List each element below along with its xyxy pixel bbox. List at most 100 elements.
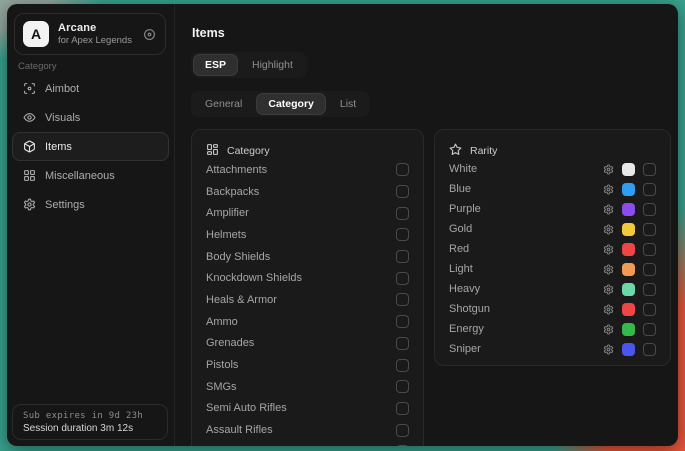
package-icon	[23, 140, 36, 153]
category-label: Body Shields	[206, 251, 270, 263]
color-swatch[interactable]	[622, 323, 635, 336]
sidebar-item-label: Items	[45, 141, 72, 153]
gear-icon[interactable]	[603, 284, 614, 295]
rarity-row: Blue	[449, 179, 656, 199]
checkbox[interactable]	[396, 315, 409, 328]
rarity-row: Gold	[449, 219, 656, 239]
checkbox[interactable]	[643, 183, 656, 196]
category-label: SMGs	[206, 381, 237, 393]
checkbox[interactable]	[643, 223, 656, 236]
sidebar-item-label: Settings	[45, 199, 85, 211]
checkbox[interactable]	[396, 272, 409, 285]
category-label: Knockdown Shields	[206, 272, 302, 284]
sidebar-item-aimbot[interactable]: Aimbot	[12, 74, 169, 103]
rarity-controls	[603, 263, 656, 276]
color-swatch[interactable]	[622, 223, 635, 236]
rarity-row: Energy	[449, 319, 656, 339]
tab-general[interactable]: General	[193, 93, 254, 115]
color-swatch[interactable]	[622, 263, 635, 276]
checkbox[interactable]	[396, 424, 409, 437]
rarity-panel-title: Rarity	[470, 145, 497, 157]
star-icon	[449, 143, 462, 159]
tab-highlight[interactable]: Highlight	[240, 54, 305, 76]
gear-icon[interactable]	[603, 224, 614, 235]
checkbox[interactable]	[396, 337, 409, 350]
gear-icon[interactable]	[603, 324, 614, 335]
checkbox[interactable]	[643, 343, 656, 356]
category-row: Helmets	[206, 224, 409, 246]
gear-icon[interactable]	[603, 344, 614, 355]
checkbox[interactable]	[396, 207, 409, 220]
app-header-card: A Arcane for Apex Legends	[14, 13, 166, 55]
app-name: Arcane	[58, 22, 132, 34]
checkbox[interactable]	[643, 203, 656, 216]
sidebar-item-label: Aimbot	[45, 83, 79, 95]
rarity-controls	[603, 163, 656, 176]
color-swatch[interactable]	[622, 183, 635, 196]
checkbox[interactable]	[396, 293, 409, 306]
target-icon[interactable]	[141, 26, 157, 42]
checkbox[interactable]	[396, 185, 409, 198]
checkbox[interactable]	[396, 163, 409, 176]
gear-icon[interactable]	[603, 184, 614, 195]
category-label: Pistols	[206, 359, 238, 371]
category-row: Heals & Armor	[206, 289, 409, 311]
category-row: Ammo	[206, 311, 409, 333]
desktop-background: { "colors": { "background_teal": "#38a18…	[0, 0, 685, 451]
checkbox[interactable]	[643, 303, 656, 316]
checkbox[interactable]	[643, 283, 656, 296]
tab-category[interactable]: Category	[256, 93, 326, 115]
color-swatch[interactable]	[622, 283, 635, 296]
category-label: Semi Auto Rifles	[206, 402, 287, 414]
rarity-controls	[603, 243, 656, 256]
rarity-label: Purple	[449, 203, 481, 215]
color-swatch[interactable]	[622, 163, 635, 176]
sidebar-item-label: Visuals	[45, 112, 80, 124]
sidebar-item-items[interactable]: Items	[12, 132, 169, 161]
color-swatch[interactable]	[622, 243, 635, 256]
category-row: Amplifier	[206, 202, 409, 224]
rarity-label: Heavy	[449, 283, 480, 295]
checkbox[interactable]	[643, 323, 656, 336]
category-row: Grenades	[206, 333, 409, 355]
tab-esp[interactable]: ESP	[193, 54, 238, 76]
sub-expiry-text: Sub expires in 9d 23h	[23, 411, 157, 421]
rarity-panel: Rarity WhiteBluePurpleGoldRedLightHeavyS…	[434, 129, 671, 366]
gear-icon[interactable]	[603, 264, 614, 275]
rarity-list: WhiteBluePurpleGoldRedLightHeavyShotgunE…	[449, 159, 656, 359]
color-swatch[interactable]	[622, 203, 635, 216]
sidebar-item-settings[interactable]: Settings	[12, 190, 169, 219]
gear-icon[interactable]	[603, 244, 614, 255]
checkbox[interactable]	[396, 359, 409, 372]
sidebar-item-miscellaneous[interactable]: Miscellaneous	[12, 161, 169, 190]
session-duration-text: Session duration 3m 12s	[23, 423, 157, 434]
rarity-label: Light	[449, 263, 473, 275]
app-logo: A	[23, 21, 49, 47]
color-swatch[interactable]	[622, 303, 635, 316]
checkbox[interactable]	[643, 163, 656, 176]
checkbox[interactable]	[396, 250, 409, 263]
rarity-label: Energy	[449, 323, 484, 335]
gear-icon[interactable]	[603, 204, 614, 215]
checkbox[interactable]	[396, 445, 409, 446]
checkbox[interactable]	[396, 380, 409, 393]
view-tabs: GeneralCategoryList	[191, 91, 370, 117]
rarity-controls	[603, 303, 656, 316]
category-row: Backpacks	[206, 181, 409, 203]
checkbox[interactable]	[643, 263, 656, 276]
checkbox[interactable]	[396, 402, 409, 415]
checkbox[interactable]	[643, 243, 656, 256]
eye-icon	[23, 111, 36, 124]
checkbox[interactable]	[396, 228, 409, 241]
gear-icon[interactable]	[603, 304, 614, 315]
rarity-label: Blue	[449, 183, 471, 195]
tab-list[interactable]: List	[328, 93, 368, 115]
rarity-controls	[603, 183, 656, 196]
category-label: Amplifier	[206, 207, 249, 219]
sidebar: A Arcane for Apex Legends Category Aimbo…	[7, 4, 175, 446]
color-swatch[interactable]	[622, 343, 635, 356]
category-row: Assault Rifles	[206, 419, 409, 441]
sidebar-item-visuals[interactable]: Visuals	[12, 103, 169, 132]
rarity-row: Purple	[449, 199, 656, 219]
gear-icon[interactable]	[603, 164, 614, 175]
